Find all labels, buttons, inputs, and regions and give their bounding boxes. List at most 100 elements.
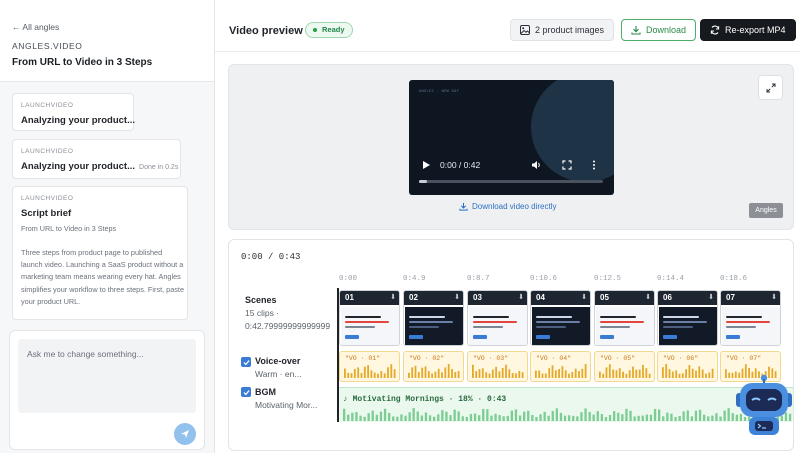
wave-bar [539, 414, 542, 421]
play-icon[interactable] [421, 160, 431, 170]
voiceover-clip[interactable]: "VO · 04" [530, 351, 591, 382]
scene-clip[interactable]: 05 ⬇ [594, 290, 655, 346]
wave-bar [578, 371, 580, 378]
wave-bar [686, 410, 689, 421]
wave-bar [383, 373, 386, 378]
wave-bar [675, 370, 678, 378]
voiceover-clip[interactable]: "VO · 03" [467, 351, 528, 382]
download-button[interactable]: Download [621, 19, 697, 41]
download-icon[interactable]: ⬇ [581, 291, 587, 305]
download-icon [459, 202, 468, 211]
wave-bar [498, 415, 501, 421]
wave-bar [711, 415, 714, 421]
download-icon[interactable]: ⬇ [518, 291, 524, 305]
voiceover-waveform [408, 364, 460, 378]
download-icon[interactable]: ⬇ [771, 291, 777, 305]
preview-stage: ANGLES · NEW DAY 0:00 / 0:42 Download vi… [228, 64, 794, 230]
voiceover-clip[interactable]: "VO · 06" [657, 351, 718, 382]
scene-clip[interactable]: 01 ⬇ [339, 290, 400, 346]
wave-bar [561, 366, 564, 378]
wave-bar [417, 372, 420, 378]
voiceover-clip[interactable]: "VO · 02" [403, 351, 464, 382]
watermark-badge: Angles [749, 203, 783, 218]
wave-bar [705, 373, 707, 378]
scene-number: 03 [473, 293, 482, 302]
wave-bar [482, 408, 485, 421]
wave-bar [506, 415, 509, 421]
wave-bar [649, 414, 653, 421]
scene-header: 03 ⬇ [468, 291, 527, 305]
wave-bar [559, 412, 563, 421]
playhead[interactable] [337, 288, 339, 422]
scene-thumbnail [659, 307, 717, 345]
wave-bar [574, 368, 577, 378]
wave-bar [437, 414, 440, 421]
send-icon [181, 430, 189, 438]
wave-bar [538, 370, 541, 378]
download-label: Download [646, 25, 687, 35]
download-icon[interactable]: ⬇ [708, 291, 714, 305]
scene-clip[interactable]: 04 ⬇ [530, 290, 591, 346]
sidebar-header: ← All angles ANGLES.VIDEO From URL to Vi… [0, 0, 214, 82]
page-title: Video preview [229, 25, 303, 37]
thumb-line [409, 326, 439, 328]
download-icon[interactable]: ⬇ [390, 291, 396, 305]
send-button[interactable] [174, 423, 196, 445]
reexport-button[interactable]: Re-export MP4 [700, 19, 796, 41]
wave-bar [494, 413, 497, 421]
wave-bar [543, 411, 546, 421]
more-options-icon[interactable] [592, 160, 596, 170]
bgm-checkbox[interactable] [241, 387, 251, 397]
video-progress-bar[interactable] [419, 180, 603, 183]
video-player[interactable]: ANGLES · NEW DAY 0:00 / 0:42 [409, 80, 614, 195]
robot-mascot[interactable] [732, 373, 796, 439]
product-images-button[interactable]: 2 product images [510, 19, 615, 41]
wave-bar [412, 408, 415, 421]
expand-button[interactable] [758, 75, 783, 100]
voiceover-checkbox[interactable] [241, 357, 251, 367]
scene-header: 02 ⬇ [404, 291, 463, 305]
wave-bar [421, 367, 424, 378]
scene-clip[interactable]: 07 ⬇ [720, 290, 781, 346]
voiceover-clip[interactable]: "VO · 05" [594, 351, 655, 382]
scene-thumbnail [722, 307, 780, 345]
scene-header: 05 ⬇ [595, 291, 654, 305]
wave-bar [514, 409, 518, 421]
checkmark-icon [242, 389, 250, 395]
scene-header: 04 ⬇ [531, 291, 590, 305]
wave-bar [505, 364, 507, 378]
wave-bar [641, 415, 644, 421]
voiceover-clip[interactable]: "VO · 01" [339, 351, 400, 382]
bgm-track-name: BGM [255, 387, 276, 397]
refresh-icon [710, 25, 720, 35]
volume-icon[interactable] [531, 160, 542, 170]
wave-bar [588, 412, 591, 421]
thumb-line [600, 316, 636, 318]
wave-bar [629, 410, 632, 421]
wave-bar [451, 369, 453, 378]
timeline-tick: 0:18.6 [720, 275, 748, 283]
wave-bar [541, 373, 544, 378]
download-icon[interactable]: ⬇ [645, 291, 651, 305]
wave-bar [568, 373, 570, 378]
wave-bar [691, 368, 694, 378]
bgm-clip[interactable]: ♪ Motivating Mornings · 18% · 0:43 [339, 387, 793, 422]
wave-bar [622, 371, 624, 378]
wave-bar [495, 366, 497, 378]
fullscreen-icon[interactable] [562, 160, 572, 170]
scene-clip[interactable]: 02 ⬇ [403, 290, 464, 346]
download-icon[interactable]: ⬇ [454, 291, 460, 305]
wave-bar [548, 368, 551, 378]
wave-bar [434, 371, 437, 378]
chat-input[interactable]: Ask me to change something... [18, 339, 196, 413]
wave-bar [518, 370, 521, 378]
wave-bar [465, 416, 468, 421]
scene-clip[interactable]: 06 ⬇ [657, 290, 718, 346]
scene-number: 05 [600, 293, 609, 302]
wave-bar [521, 372, 524, 378]
download-direct-link[interactable]: Download video directly [459, 202, 557, 211]
scene-clip[interactable]: 03 ⬇ [467, 290, 528, 346]
scene-number: 06 [663, 293, 672, 302]
wave-bar [535, 370, 537, 378]
back-link[interactable]: ← All angles [12, 22, 59, 32]
